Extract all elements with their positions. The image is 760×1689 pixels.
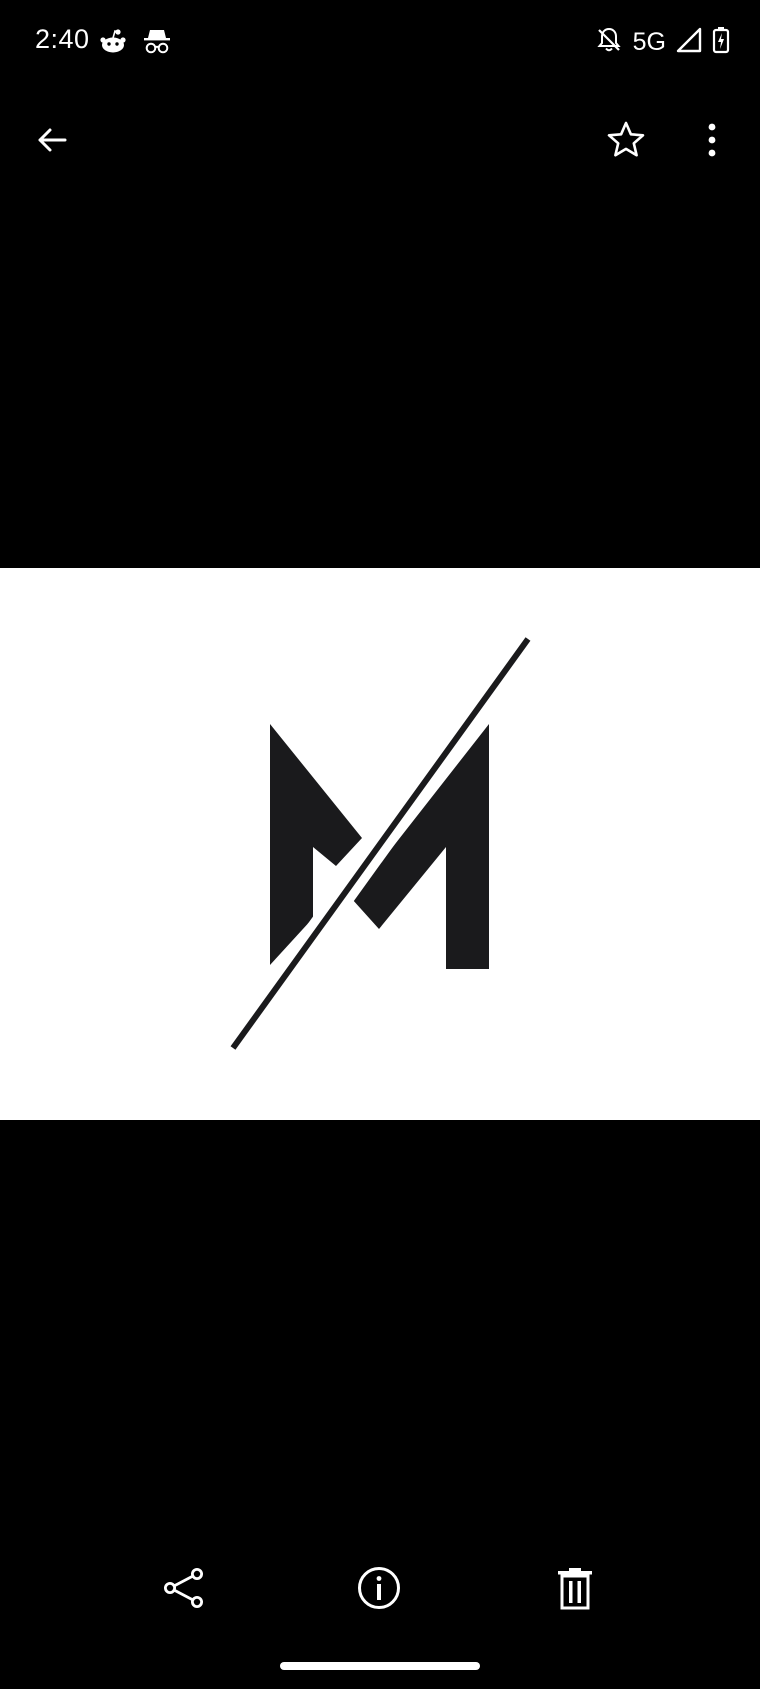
battery-charging-icon xyxy=(712,26,730,59)
reddit-icon xyxy=(98,26,128,61)
more-options-button[interactable] xyxy=(682,112,742,172)
favorite-button[interactable] xyxy=(596,112,656,172)
more-vert-icon xyxy=(705,122,719,163)
share-button[interactable] xyxy=(154,1560,214,1620)
info-icon xyxy=(356,1565,402,1616)
top-app-bar xyxy=(0,100,760,184)
notifications-off-icon xyxy=(595,26,623,59)
signal-icon xyxy=(676,27,702,58)
network-type: 5G xyxy=(632,28,666,56)
star-icon xyxy=(606,120,646,165)
delete-icon xyxy=(555,1566,595,1615)
back-arrow-icon xyxy=(34,122,70,163)
photo-viewer-image[interactable] xyxy=(0,568,760,1120)
back-button[interactable] xyxy=(22,112,82,172)
info-button[interactable] xyxy=(349,1560,409,1620)
status-left-icons xyxy=(98,26,172,61)
bottom-action-bar xyxy=(0,1560,760,1620)
incognito-icon xyxy=(142,26,172,61)
status-time: 2:40 xyxy=(35,24,90,54)
share-icon xyxy=(162,1566,206,1615)
home-gesture-bar[interactable] xyxy=(280,1662,480,1670)
status-right-icons: 5G xyxy=(595,26,730,59)
delete-button[interactable] xyxy=(545,1560,605,1620)
m-logo-image xyxy=(223,631,538,1056)
status-bar: 2:40 5G xyxy=(0,0,760,84)
